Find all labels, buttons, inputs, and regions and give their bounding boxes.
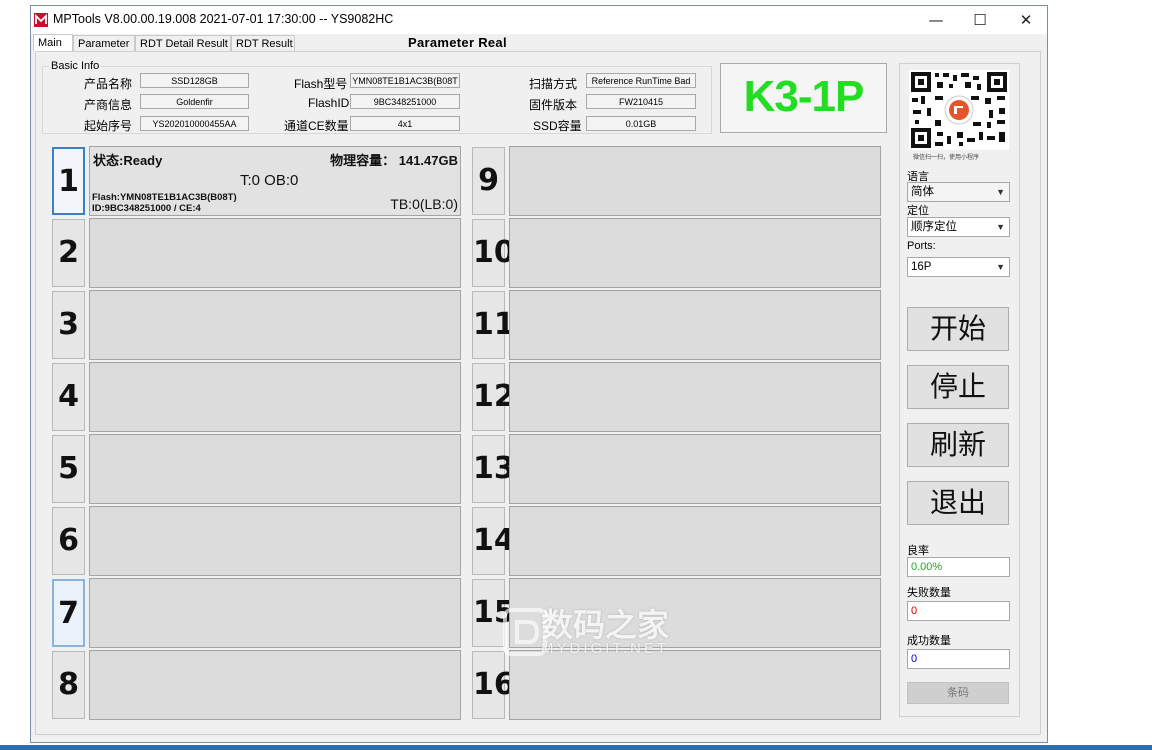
port-slot-7[interactable] (89, 578, 461, 648)
port-slot-12[interactable] (509, 362, 881, 432)
position-value: 顺序定位 (911, 221, 957, 233)
start-button[interactable]: 开始 (907, 307, 1009, 351)
tab-parameter[interactable]: Parameter (73, 35, 135, 51)
stop-button[interactable]: 停止 (907, 365, 1009, 409)
chevron-down-icon: ▼ (996, 187, 1005, 197)
port-slot-3[interactable] (89, 290, 461, 360)
window-title: MPTools V8.00.00.19.008 2021-07-01 17:30… (53, 12, 394, 26)
port-number-8[interactable]: 8 (52, 651, 85, 719)
language-select[interactable]: 简体 ▼ (907, 182, 1010, 202)
vendor-label: 产商信息 (84, 98, 133, 112)
minimize-button[interactable]: — (913, 6, 959, 34)
barcode-button[interactable]: 条码 (907, 682, 1009, 704)
port1-status: 状态:Ready (93, 153, 163, 168)
flash-type-field: YMN08TE1B1AC3B(B08T (350, 73, 460, 88)
port-slot-2[interactable] (89, 218, 461, 288)
port-number-2[interactable]: 2 (52, 219, 85, 287)
start-sn-label: 起始序号 (84, 119, 133, 133)
position-select[interactable]: 顺序定位 ▼ (907, 217, 1010, 237)
port-number-14[interactable]: 14 (472, 507, 515, 575)
port-slot-16[interactable] (509, 650, 881, 720)
ports-value: 16P (911, 261, 932, 273)
firmware-field: FW210415 (586, 94, 696, 109)
success-count-field: 0 (907, 649, 1010, 669)
position-label: 定位 (907, 205, 929, 217)
title-bar: MPTools V8.00.00.19.008 2021-07-01 17:30… (31, 6, 1047, 34)
firmware-label: 固件版本 (529, 98, 578, 112)
port-slot-9[interactable] (509, 146, 881, 216)
tab-main[interactable]: Main (33, 34, 73, 51)
flash-id-label: FlashID (308, 96, 350, 110)
port-slot-4[interactable] (89, 362, 461, 432)
maximize-button[interactable]: ☐ (957, 6, 1003, 34)
watermark-en: MYDIGIT.NET (541, 640, 670, 657)
port-slot-11[interactable] (509, 290, 881, 360)
qr-code-icon (909, 70, 1009, 150)
close-button[interactable]: ✕ (1003, 6, 1049, 34)
basic-info-legend: Basic Info (49, 60, 102, 72)
yield-label: 良率 (907, 545, 929, 557)
tab-rdt-detail-result[interactable]: RDT Detail Result (135, 35, 231, 51)
tab-strip: Main Parameter RDT Detail Result RDT Res… (31, 34, 1047, 51)
vendor-field: Goldenfir (140, 94, 249, 109)
model-display: K3-1P (720, 63, 887, 133)
ssd-capacity-label: SSD容量 (533, 119, 582, 133)
port1-id: ID:9BC348251000 / CE:4 (92, 203, 201, 214)
port-slot-5[interactable] (89, 434, 461, 504)
ports-label: Ports: (907, 240, 936, 252)
ports-select[interactable]: 16P ▼ (907, 257, 1010, 277)
start-sn-field: YS202010000455AA (140, 116, 249, 131)
port-slot-8[interactable] (89, 650, 461, 720)
port-slot-13[interactable] (509, 434, 881, 504)
product-name-field: SSD128GB (140, 73, 249, 88)
model-label: K3-1P (743, 72, 865, 121)
exit-button[interactable]: 退出 (907, 481, 1009, 525)
port-number-3[interactable]: 3 (52, 291, 85, 359)
port-number-6[interactable]: 6 (52, 507, 85, 575)
tab-rdt-result[interactable]: RDT Result (231, 35, 295, 51)
qr-caption: 微信扫一扫，使用小程序 (913, 155, 980, 161)
fail-count-field: 0 (907, 601, 1010, 621)
chevron-down-icon: ▼ (996, 262, 1005, 272)
ce-count-field: 4x1 (350, 116, 460, 131)
ssd-capacity-field: 0.01GB (586, 116, 696, 131)
port-slot-10[interactable] (509, 218, 881, 288)
port-number-1[interactable]: 1 (52, 147, 85, 215)
port-number-7[interactable]: 7 (52, 579, 85, 647)
port-slot-6[interactable] (89, 506, 461, 576)
port-slot-14[interactable] (509, 506, 881, 576)
port-number-5[interactable]: 5 (52, 435, 85, 503)
scan-mode-field: Reference RunTime Bad (586, 73, 696, 88)
ce-count-label: 通道CE数量 (284, 119, 349, 133)
scan-mode-label: 扫描方式 (529, 77, 578, 91)
parameter-caption: Parameter Real (408, 35, 507, 50)
port1-flash: Flash:YMN08TE1B1AC3B(B08T) (92, 192, 237, 203)
yield-field: 0.00% (907, 557, 1010, 577)
flash-type-label: Flash型号 (294, 77, 348, 91)
port-number-9[interactable]: 9 (472, 147, 505, 215)
success-count-label: 成功数量 (907, 635, 951, 647)
taskbar-edge (0, 745, 1152, 750)
port-number-4[interactable]: 4 (52, 363, 85, 431)
flash-id-field: 9BC348251000 (350, 94, 460, 109)
mptools-window: MPTools V8.00.00.19.008 2021-07-01 17:30… (30, 5, 1048, 743)
port-number-12[interactable]: 12 (472, 363, 515, 431)
port1-capacity: 物理容量： 141.47GB (330, 153, 458, 168)
chevron-down-icon: ▼ (996, 222, 1005, 232)
port-number-11[interactable]: 11 (472, 291, 515, 359)
port1-t-ob: T:0 OB:0 (240, 172, 299, 189)
port-slot-1[interactable]: 状态:Ready 物理容量： 141.47GB T:0 OB:0 Flash:Y… (89, 146, 461, 216)
port1-tb: TB:0(LB:0) (390, 196, 458, 212)
refresh-button[interactable]: 刷新 (907, 423, 1009, 467)
desktop-background (1063, 0, 1152, 750)
product-name-label: 产品名称 (84, 77, 133, 91)
fail-count-label: 失败数量 (907, 587, 951, 599)
port-number-10[interactable]: 10 (472, 219, 515, 287)
app-logo-icon (34, 13, 48, 27)
port-number-13[interactable]: 13 (472, 435, 515, 503)
language-value: 简体 (911, 186, 934, 198)
